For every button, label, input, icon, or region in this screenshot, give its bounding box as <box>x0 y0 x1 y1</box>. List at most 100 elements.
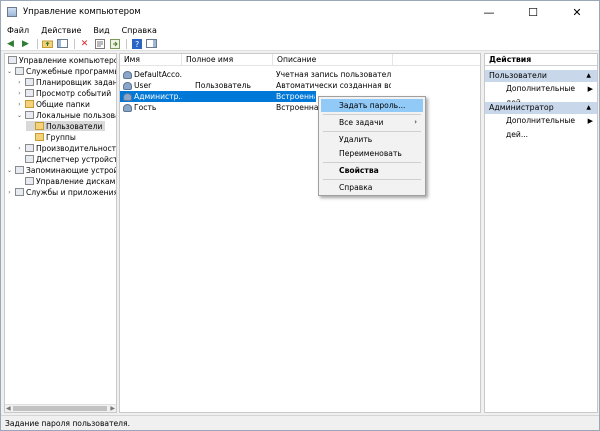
actions-more-users[interactable]: Дополнительные дей... ▶ <box>485 82 597 107</box>
tree-item-local-users[interactable]: ⌄ Локальные пользовате <box>16 110 116 120</box>
tree-item-label: Служебные программы <box>26 66 117 76</box>
tree-item-device-manager[interactable]: Диспетчер устройств <box>16 154 116 164</box>
column-header-description[interactable]: Описание <box>273 54 393 66</box>
table-row-selected[interactable]: Администр... Встроенная <box>120 91 316 102</box>
tree-item-services-apps[interactable]: › Службы и приложения <box>6 187 117 197</box>
submenu-arrow-icon: › <box>414 118 417 126</box>
menu-action[interactable]: Действие <box>35 26 87 35</box>
tree-item-task-scheduler[interactable]: › Планировщик заданий <box>16 77 117 87</box>
tree-item-label: Группы <box>46 132 76 142</box>
menu-bar: Файл Действие Вид Справка <box>1 23 599 37</box>
tree-item-groups[interactable]: Группы <box>26 132 76 142</box>
svg-text:?: ? <box>135 40 139 49</box>
list-header: Имя Полное имя Описание <box>120 54 480 66</box>
export-list-icon[interactable] <box>108 38 121 50</box>
window-title: Управление компьютером <box>23 7 141 17</box>
maximize-button[interactable]: ☐ <box>511 1 555 23</box>
storage-icon <box>15 166 24 174</box>
toolbar: ◀ ▶ ✕ ? <box>1 37 599 51</box>
scroll-left-icon[interactable]: ◀ <box>6 405 11 412</box>
console-tree[interactable]: Управление компьютером (л ⌄ Служебные пр… <box>4 53 117 413</box>
scrollbar-thumb[interactable] <box>13 406 107 411</box>
user-icon <box>123 70 132 79</box>
menu-file[interactable]: Файл <box>1 26 35 35</box>
menu-view[interactable]: Вид <box>87 26 115 35</box>
menu-help[interactable]: Справка <box>116 26 163 35</box>
tree-item-shared-folders[interactable]: › Общие папки <box>16 99 90 109</box>
toolbar-separator <box>126 38 127 49</box>
disk-icon <box>25 177 34 185</box>
folder-icon <box>35 122 44 130</box>
properties-icon[interactable] <box>93 38 106 50</box>
collapse-chevron-icon[interactable]: ⌄ <box>6 167 13 174</box>
tree-item-performance[interactable]: › Производительность <box>16 143 116 153</box>
forward-arrow-icon[interactable]: ▶ <box>19 38 32 50</box>
expand-chevron-icon[interactable]: › <box>6 189 13 196</box>
menu-item-all-tasks[interactable]: Все задачи › <box>321 116 423 129</box>
users-list[interactable]: Имя Полное имя Описание DefaultAcco... У… <box>119 53 481 413</box>
column-header-full-name[interactable]: Полное имя <box>182 54 273 66</box>
collapse-chevron-icon[interactable]: ⌄ <box>16 112 23 119</box>
tree-item-users[interactable]: Пользователи <box>26 121 106 131</box>
actions-section-users[interactable]: Пользователи ▲ <box>485 70 597 82</box>
table-row[interactable]: User Пользователь Автоматически созданна… <box>120 80 480 91</box>
expand-chevron-icon[interactable]: › <box>16 101 23 108</box>
collapse-chevron-icon[interactable]: ⌄ <box>6 68 13 75</box>
section-header-label: Пользователи <box>489 71 547 80</box>
tree-item-label: Запоминающие устройст <box>26 165 117 175</box>
show-tree-icon[interactable] <box>56 38 69 50</box>
close-button[interactable]: ✕ <box>555 1 599 23</box>
back-arrow-icon[interactable]: ◀ <box>4 38 17 50</box>
tree-item-system-tools[interactable]: ⌄ Служебные программы <box>6 66 117 76</box>
tree-item-disk-management[interactable]: Управление дисками <box>16 176 117 186</box>
tree-horizontal-scrollbar[interactable]: ◀ ▶ <box>5 404 116 412</box>
expand-chevron-icon[interactable]: › <box>16 90 23 97</box>
actions-more-administrator[interactable]: Дополнительные дей... ▶ <box>485 114 597 139</box>
menu-item-set-password[interactable]: Задать пароль... <box>321 99 423 112</box>
scroll-right-icon[interactable]: ▶ <box>110 405 115 412</box>
cell-name: Администр... <box>134 92 182 101</box>
menu-item-label: Все задачи <box>339 118 384 127</box>
help-icon[interactable]: ? <box>130 38 143 50</box>
menu-item-help[interactable]: Справка <box>321 181 423 194</box>
submenu-arrow-icon: ▶ <box>587 117 593 125</box>
delete-icon[interactable]: ✕ <box>78 38 91 50</box>
context-menu: Задать пароль... Все задачи › Удалить Пе… <box>318 96 426 196</box>
cell-name: DefaultAcco... <box>134 70 182 79</box>
tools-icon <box>15 67 24 75</box>
performance-icon <box>25 144 34 152</box>
collapse-arrow-icon[interactable]: ▲ <box>586 70 591 82</box>
up-folder-icon[interactable] <box>41 38 54 50</box>
menu-item-delete[interactable]: Удалить <box>321 133 423 146</box>
menu-item-properties[interactable]: Свойства <box>321 164 423 177</box>
actions-title: Действия <box>485 54 597 66</box>
actions-section-administrator[interactable]: Администратор ▲ <box>485 102 597 114</box>
users-icon <box>25 111 34 119</box>
expand-chevron-icon[interactable]: › <box>16 79 23 86</box>
tree-item-label: Планировщик заданий <box>36 77 117 87</box>
user-icon <box>123 92 132 101</box>
column-header-name[interactable]: Имя <box>120 54 182 66</box>
title-bar[interactable]: Управление компьютером — ☐ ✕ <box>1 1 599 23</box>
services-icon <box>15 188 24 196</box>
minimize-button[interactable]: — <box>467 1 511 23</box>
tree-item-label: Управление дисками <box>36 176 117 186</box>
tree-item-label: Общие папки <box>36 99 90 109</box>
folder-icon <box>35 133 44 141</box>
collapse-arrow-icon[interactable]: ▲ <box>586 102 591 114</box>
tree-item-event-viewer[interactable]: › Просмотр событий <box>16 88 111 98</box>
main-window: Управление компьютером — ☐ ✕ Файл Действ… <box>0 0 600 431</box>
expand-chevron-icon[interactable]: › <box>16 145 23 152</box>
table-row[interactable]: Гость Встроенная <box>120 102 480 113</box>
section-header-label: Администратор <box>489 103 554 112</box>
actions-pane: Действия Пользователи ▲ Дополнительные д… <box>484 53 598 413</box>
table-row[interactable]: DefaultAcco... Учетная запись пользовате… <box>120 69 480 80</box>
menu-item-rename[interactable]: Переименовать <box>321 147 423 160</box>
tree-item-storage[interactable]: ⌄ Запоминающие устройст <box>6 165 117 175</box>
show-action-pane-icon[interactable] <box>145 38 158 50</box>
tree-root[interactable]: Управление компьютером (л <box>6 55 116 65</box>
tree-item-label: Пользователи <box>46 121 103 131</box>
tree-item-label: Службы и приложения <box>26 187 117 197</box>
tree-item-label: Просмотр событий <box>36 88 112 98</box>
computer-management-icon <box>8 56 17 64</box>
